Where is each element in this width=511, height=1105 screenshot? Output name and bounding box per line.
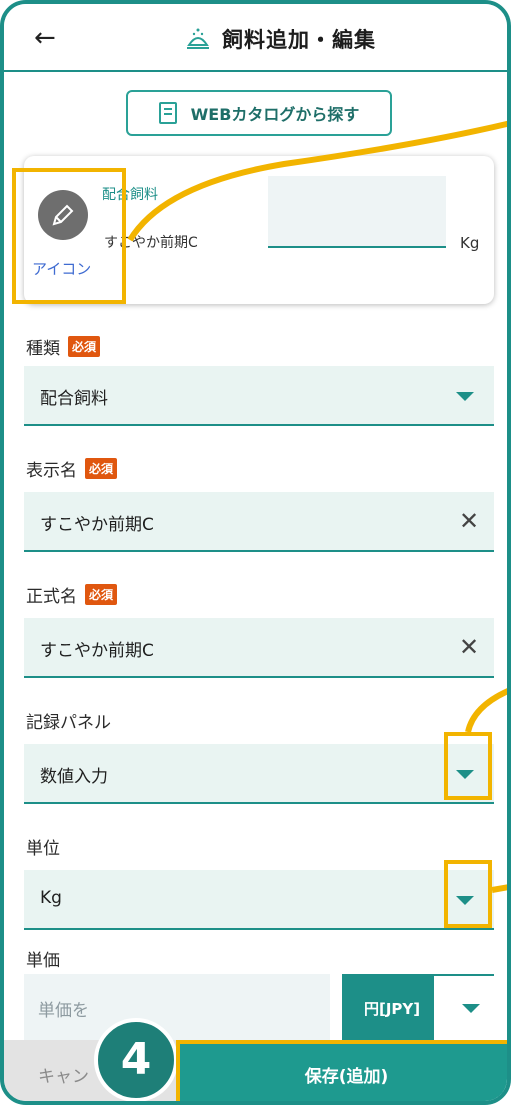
annotation-curve-record xyxy=(465,688,507,733)
phone-frame: ← 飼料追加・編集 WEBカタログから探す アイコン 配合飼料 すこやか前期C … xyxy=(0,0,511,1105)
annotation-curve-icon xyxy=(127,120,507,242)
annotation-curves xyxy=(127,120,507,893)
annotation-curve-unit xyxy=(491,884,507,893)
